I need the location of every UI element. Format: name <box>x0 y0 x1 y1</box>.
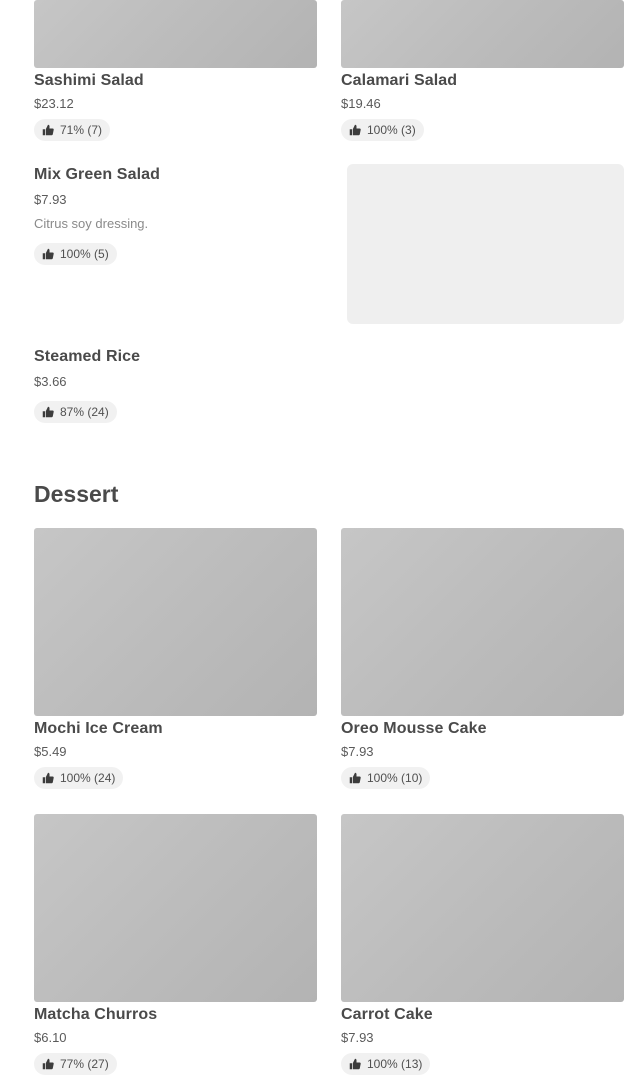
rating-text: 100% (10) <box>367 771 423 785</box>
item-name[interactable]: Carrot Cake <box>341 1006 433 1024</box>
item-name[interactable]: Mochi Ice Cream <box>34 720 163 738</box>
rating-text: 71% (7) <box>60 123 103 137</box>
item-price: $7.93 <box>341 744 374 759</box>
section-title-dessert: Dessert <box>34 481 119 507</box>
item-image[interactable] <box>341 0 624 68</box>
item-price: $19.46 <box>341 96 381 111</box>
item-description: Citrus soy dressing. <box>34 216 149 231</box>
rating-badge: 100% (3) <box>341 119 424 141</box>
item-price: $7.93 <box>341 1030 374 1045</box>
rating-text: 100% (3) <box>367 123 416 137</box>
thumbs-up-icon <box>349 772 361 784</box>
rating-badge: 71% (7) <box>34 119 111 141</box>
rating-badge: 100% (24) <box>34 767 124 789</box>
item-name[interactable]: Steamed Rice <box>34 348 140 366</box>
rating-badge: 87% (24) <box>34 401 117 423</box>
rating-badge: 100% (10) <box>341 767 431 789</box>
item-name[interactable]: Oreo Mousse Cake <box>341 720 487 738</box>
item-price: $6.10 <box>34 1030 67 1045</box>
item-price: $23.12 <box>34 96 74 111</box>
thumbs-up-icon <box>42 248 54 260</box>
item-name[interactable]: Mix Green Salad <box>34 166 160 184</box>
rating-badge: 100% (5) <box>34 243 117 265</box>
rating-text: 100% (5) <box>60 247 109 261</box>
thumbs-up-icon <box>42 772 54 784</box>
item-image[interactable] <box>341 528 624 716</box>
thumbs-up-icon <box>349 124 361 136</box>
thumbs-up-icon <box>42 1058 54 1070</box>
thumbs-up-icon <box>42 406 54 418</box>
rating-badge: 100% (13) <box>341 1053 431 1075</box>
rating-text: 100% (24) <box>60 771 116 785</box>
item-image[interactable] <box>34 0 317 68</box>
item-price: $5.49 <box>34 744 67 759</box>
thumbs-up-icon <box>349 1058 361 1070</box>
rating-text: 77% (27) <box>60 1057 109 1071</box>
rating-text: 100% (13) <box>367 1057 423 1071</box>
item-price: $3.66 <box>34 374 67 389</box>
item-image[interactable] <box>341 814 624 1002</box>
item-image[interactable] <box>34 528 317 716</box>
rating-badge: 77% (27) <box>34 1053 117 1075</box>
item-name[interactable]: Sashimi Salad <box>34 72 144 90</box>
item-image[interactable] <box>347 164 624 324</box>
item-image[interactable] <box>34 814 317 1002</box>
item-name[interactable]: Matcha Churros <box>34 1006 157 1024</box>
item-price: $7.93 <box>34 192 67 207</box>
item-name[interactable]: Calamari Salad <box>341 72 457 90</box>
rating-text: 87% (24) <box>60 405 109 419</box>
thumbs-up-icon <box>42 124 54 136</box>
